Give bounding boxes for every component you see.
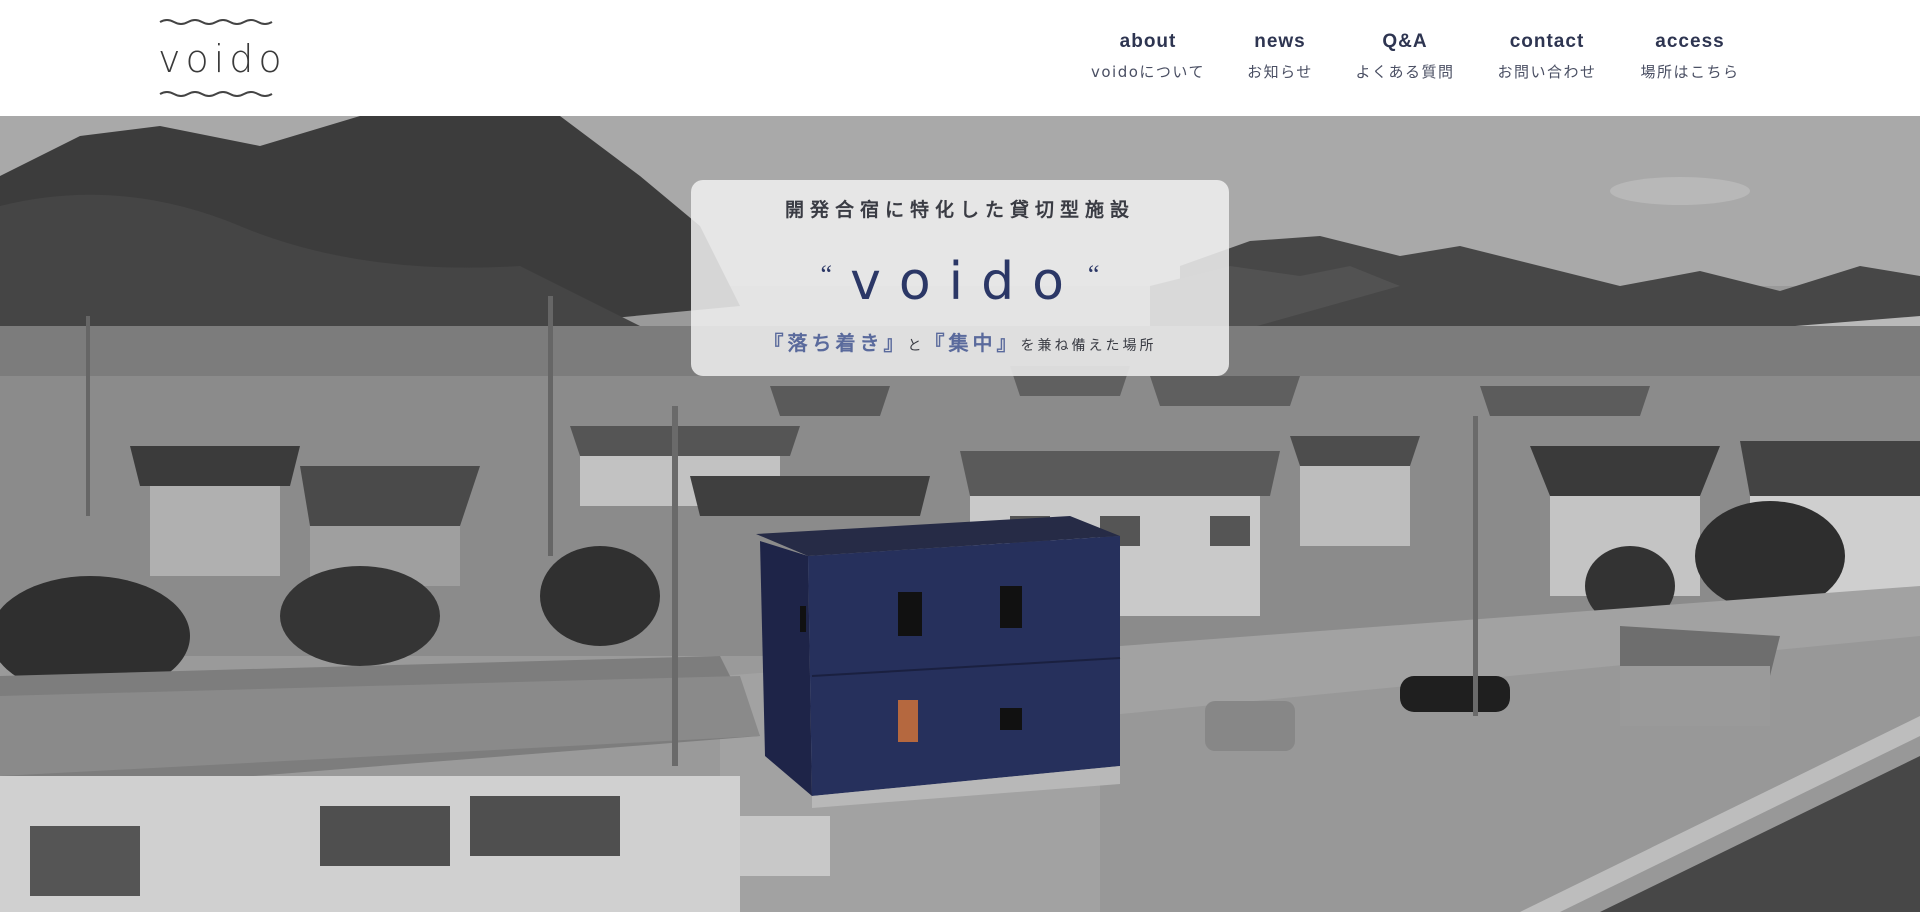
hero-card: 開発合宿に特化した貸切型施設 “voido “ 『落ち着き』と『集中』を兼ね備えた… [691,180,1229,376]
nav-item-access[interactable]: access 場所はこちら [1636,30,1744,90]
nav-item-news-label: news [1254,31,1306,52]
title-quote-close: “ [1087,260,1100,289]
nav-item-qa-sublabel: よくある質問 [1355,63,1455,81]
nav-item-about[interactable]: about voidoについて [1088,30,1208,90]
nav-item-about-sublabel: voidoについて [1091,63,1205,81]
hero-title-row: “voido “ [691,252,1229,314]
subtitle-rest: を兼ね備えた場所 [1020,338,1157,354]
nav-item-qa[interactable]: Q&A よくある質問 [1350,30,1460,90]
nav-item-contact-sublabel: お問い合わせ [1497,63,1597,81]
subtitle-connector: と [907,338,925,354]
nav-item-news-sublabel: お知らせ [1247,63,1313,81]
subtitle-emphasis-focus: 『集中』 [924,331,1021,355]
nav-item-access-label: access [1655,31,1725,52]
hero-title: voido [850,252,1082,312]
hero-tagline: 開発合宿に特化した貸切型施設 [784,199,1135,221]
nav-item-news[interactable]: news お知らせ [1240,30,1320,90]
nav-item-contact-label: contact [1509,31,1585,52]
nav-item-contact[interactable]: contact お問い合わせ [1494,30,1600,90]
hero-subtitle: 『落ち着き』と『集中』を兼ね備えた場所 [691,328,1229,361]
site-header: voido about voidoについて news お知らせ Q&A よくある… [0,0,1920,116]
title-quote-open: “ [820,260,833,289]
subtitle-emphasis-calm: 『落ち着き』 [763,331,908,355]
hero-section: 開発合宿に特化した貸切型施設 “voido “ 『落ち着き』と『集中』を兼ね備えた… [0,116,1920,912]
nav-item-qa-label: Q&A [1382,31,1428,52]
nav-item-about-label: about [1119,31,1177,52]
main-navigation: about voidoについて news お知らせ Q&A よくある質問 con… [0,30,1920,90]
nav-item-access-sublabel: 場所はこちら [1640,63,1740,81]
